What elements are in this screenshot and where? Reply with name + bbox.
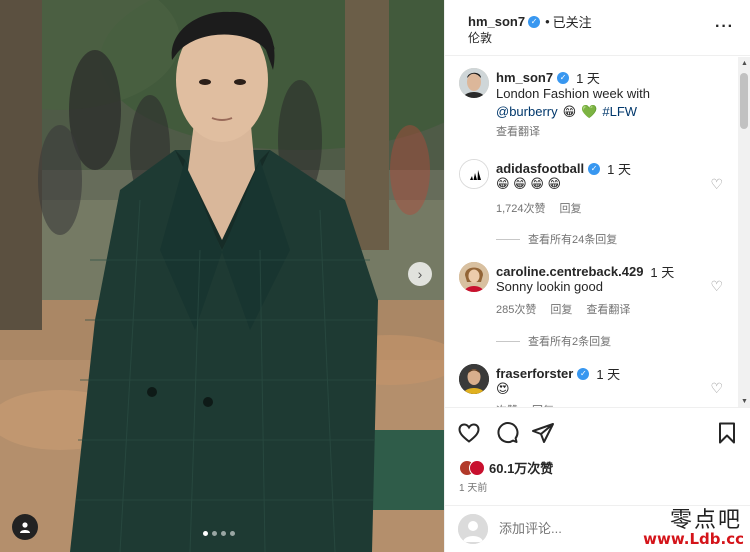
user-tag-button[interactable]	[12, 514, 38, 540]
more-horizontal-icon: ···	[715, 18, 734, 35]
liker-avatar	[469, 459, 485, 476]
carousel-dot	[203, 531, 208, 536]
comment-meta: 1,724次赞 回复	[496, 200, 582, 216]
comment-like-button[interactable]: ♡	[710, 278, 723, 295]
comments-list[interactable]: hm_son7 ✓ 1 天 London Fashion week with @…	[445, 57, 750, 407]
carousel-dot	[230, 531, 235, 536]
caption-username[interactable]: hm_son7	[496, 70, 553, 85]
comment-time[interactable]: 1 天	[596, 364, 620, 383]
carousel-indicator	[203, 531, 235, 536]
scroll-up-icon[interactable]: ▲	[741, 60, 748, 67]
divider	[496, 238, 520, 240]
separator: •	[545, 14, 550, 29]
bookmark-icon	[719, 422, 735, 444]
post-header: hm_son7 ✓ • 已关注 伦敦 ···	[445, 0, 750, 56]
chevron-right-icon: ›	[417, 266, 423, 282]
caption-time[interactable]: 1 天	[576, 68, 600, 87]
heart-outline-icon: ♡	[710, 380, 723, 396]
comment-text: 😁 😁 😁 😁	[496, 176, 562, 191]
verified-icon: ✓	[588, 162, 601, 175]
post-side-panel: hm_son7 ✓ • 已关注 伦敦 ··· hm_son7 ✓ 1 天 Lon…	[444, 0, 750, 552]
next-slide-button[interactable]: ›	[408, 262, 432, 286]
comment-author: fraserforster ✓ 1 天	[496, 364, 620, 383]
hashtag-link[interactable]: #LFW	[602, 104, 637, 120]
mention-link[interactable]: @burberry	[496, 104, 558, 120]
divider	[496, 340, 520, 342]
translate-link[interactable]: 查看翻译	[496, 123, 540, 139]
caption-author: hm_son7 ✓ 1 天	[496, 68, 600, 87]
caption-meta: 查看翻译	[496, 123, 540, 139]
comment-username[interactable]: adidasfootball	[496, 161, 584, 176]
comment-username[interactable]: caroline.centreback.429	[496, 264, 643, 279]
green-heart-emoji: 💚	[581, 104, 598, 119]
heart-icon	[458, 423, 480, 443]
heart-outline-icon: ♡	[710, 278, 723, 294]
avatar[interactable]	[459, 159, 489, 189]
likes-summary[interactable]: 60.1万次赞	[459, 458, 553, 477]
carousel-dot	[212, 531, 217, 536]
grin-emoji: 😁	[562, 104, 577, 119]
comment-time[interactable]: 1 天	[607, 159, 631, 178]
avatar[interactable]	[459, 68, 489, 98]
more-options-button[interactable]: ···	[715, 18, 734, 36]
post-timestamp[interactable]: 1 天前	[459, 479, 487, 494]
post-photo	[0, 0, 444, 552]
comment-icon	[497, 422, 519, 444]
view-replies-button[interactable]: 查看所有24条回复	[496, 231, 617, 247]
watermark-url: www.Ldb.cc	[643, 530, 744, 548]
avatar[interactable]	[459, 262, 489, 292]
avatar[interactable]	[459, 364, 489, 394]
comment-meta: 285次赞 回复 查看翻译	[496, 301, 630, 317]
save-button[interactable]	[715, 421, 739, 445]
reply-button[interactable]: 回复	[550, 301, 572, 317]
caption-line2: @burberry 😁 💚 #LFW	[496, 104, 637, 120]
reply-button[interactable]: 回复	[560, 200, 582, 216]
send-icon	[532, 423, 554, 443]
user-tag-icon	[20, 522, 30, 533]
post-media[interactable]: ›	[0, 0, 444, 552]
current-user-avatar	[458, 514, 488, 544]
view-replies-button[interactable]: 查看所有2条回复	[496, 333, 611, 349]
comment-likes[interactable]: 1,724次赞	[496, 200, 546, 216]
comment-text: Sonny lookin good	[496, 279, 603, 294]
carousel-dot	[221, 531, 226, 536]
verified-icon: ✓	[577, 367, 590, 380]
comment-input[interactable]	[499, 521, 619, 536]
comment-button[interactable]	[495, 421, 519, 445]
heart-outline-icon: ♡	[710, 176, 723, 192]
post-author-username[interactable]: hm_son7	[468, 14, 525, 29]
caption-line1: London Fashion week with	[496, 86, 650, 101]
adidas-logo-icon	[460, 160, 488, 188]
translate-link[interactable]: 查看翻译	[586, 301, 630, 317]
verified-icon: ✓	[557, 71, 570, 84]
like-button[interactable]	[457, 421, 481, 445]
post-location[interactable]: 伦敦	[468, 29, 492, 46]
comment-like-button[interactable]: ♡	[710, 380, 723, 397]
site-watermark: 零点吧 www.Ldb.cc	[628, 500, 750, 552]
share-button[interactable]	[531, 421, 555, 445]
comment-likes[interactable]: 285次赞	[496, 301, 536, 317]
comment-username[interactable]: fraserforster	[496, 366, 573, 381]
comments-scrollbar[interactable]: ▲ ▼	[738, 57, 750, 407]
comment-time[interactable]: 1 天	[650, 262, 674, 281]
scrollbar-thumb[interactable]	[740, 73, 748, 129]
comment-like-button[interactable]: ♡	[710, 176, 723, 193]
comment-text: 😍	[496, 381, 510, 396]
verified-icon: ✓	[528, 15, 541, 28]
view-replies-label: 查看所有24条回复	[528, 234, 618, 246]
likes-count[interactable]: 60.1万次赞	[489, 458, 553, 477]
scroll-down-icon[interactable]: ▼	[741, 398, 748, 405]
following-button[interactable]: 已关注	[553, 12, 592, 31]
view-replies-label: 查看所有2条回复	[528, 336, 612, 348]
